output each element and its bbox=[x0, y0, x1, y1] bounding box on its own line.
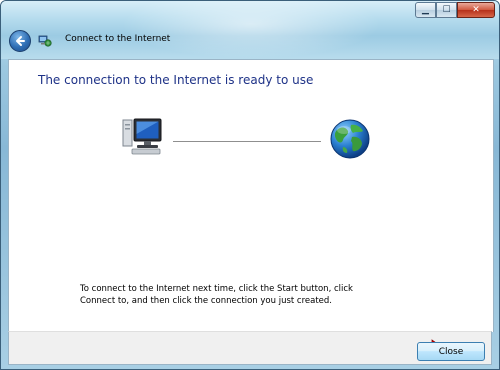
back-button[interactable] bbox=[9, 30, 31, 52]
page-heading: The connection to the Internet is ready … bbox=[38, 73, 314, 87]
dialog-window: ▁ ☐ ✕ Connect to the Internet The connec… bbox=[0, 0, 500, 370]
maximize-icon: ☐ bbox=[442, 4, 451, 15]
network-wizard-icon bbox=[38, 35, 52, 47]
back-arrow-icon bbox=[16, 36, 25, 46]
instructions-text: To connect to the Internet next time, cl… bbox=[80, 284, 353, 306]
minimize-icon: ▁ bbox=[422, 4, 429, 15]
maximize-button[interactable]: ☐ bbox=[436, 2, 457, 18]
window-controls: ▁ ☐ ✕ bbox=[415, 2, 495, 18]
close-button[interactable]: Close bbox=[417, 342, 485, 361]
connection-line bbox=[173, 141, 321, 142]
globe-icon bbox=[330, 119, 370, 159]
close-icon: ✕ bbox=[472, 4, 480, 15]
window-close-button[interactable]: ✕ bbox=[457, 2, 495, 18]
computer-icon bbox=[122, 118, 162, 155]
minimize-button[interactable]: ▁ bbox=[415, 2, 436, 18]
content-panel: The connection to the Internet is ready … bbox=[8, 59, 494, 332]
window-title: Connect to the Internet bbox=[65, 34, 171, 44]
footer-bar: Close bbox=[8, 331, 492, 365]
